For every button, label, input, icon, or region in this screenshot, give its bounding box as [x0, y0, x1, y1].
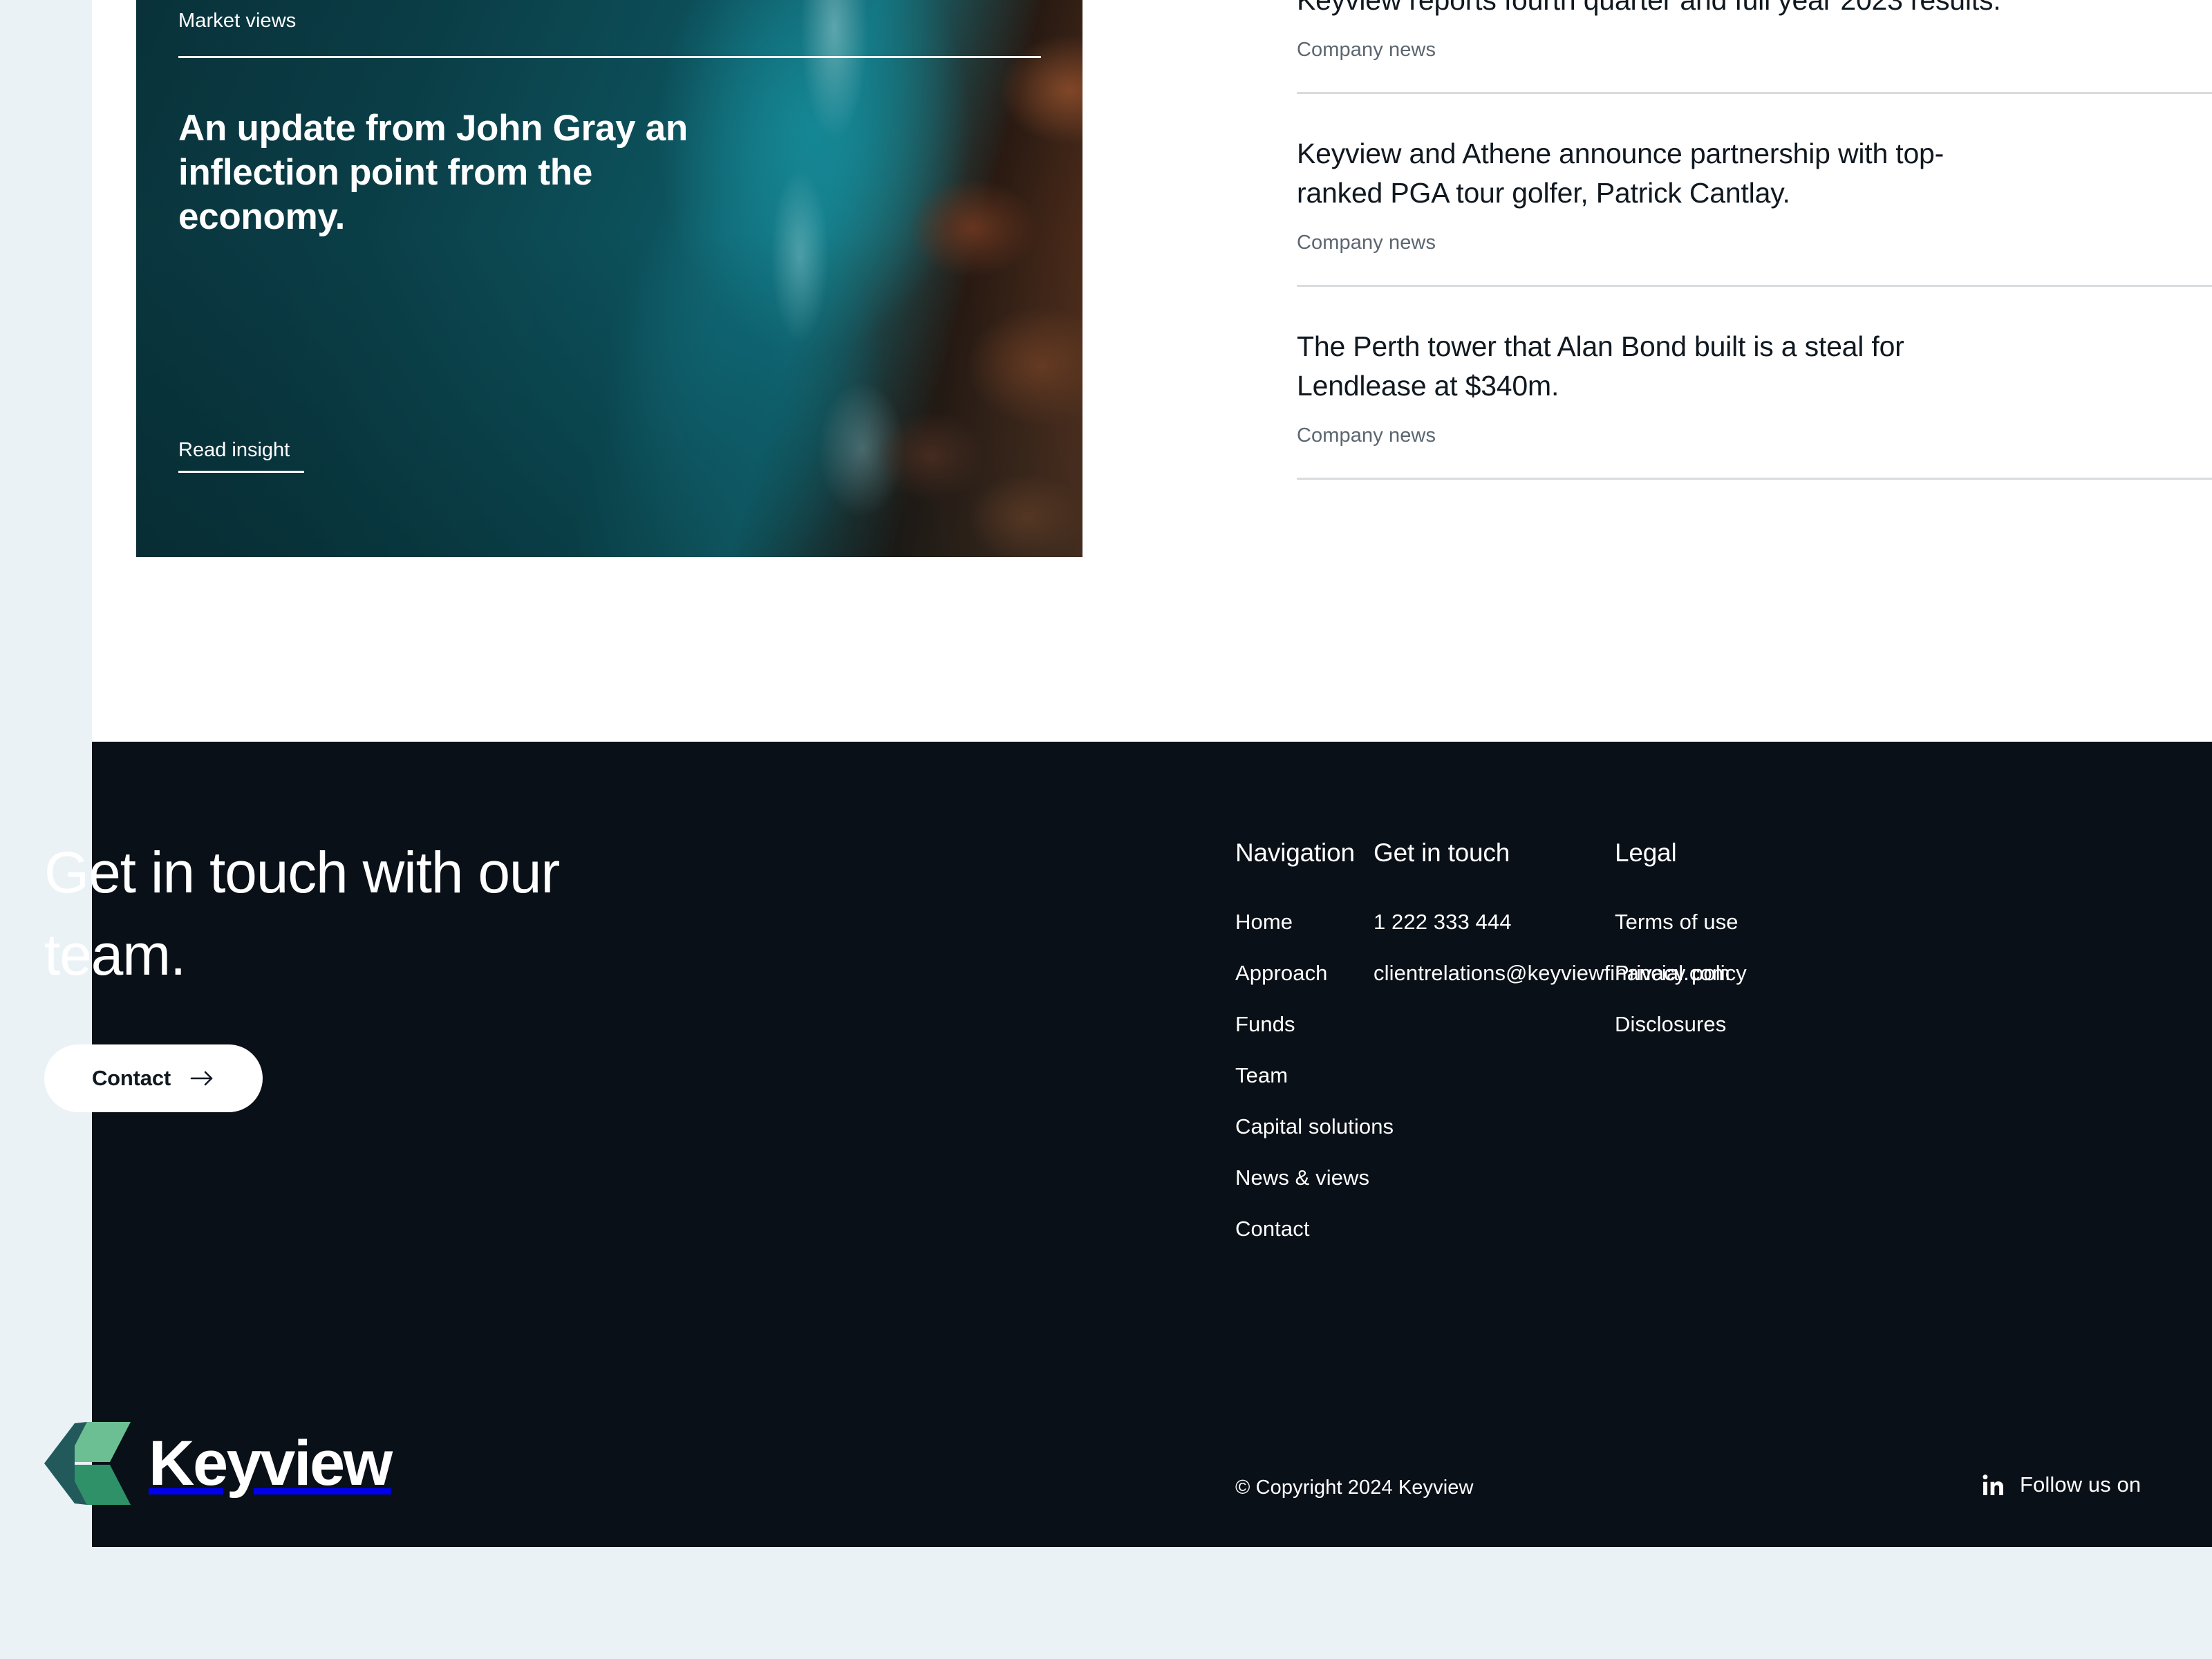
contact-button[interactable]: Contact — [44, 1044, 263, 1112]
footer-legal-links: Terms of use Privacy policy Disclosures — [1615, 897, 1843, 1050]
insight-card-divider — [178, 56, 1041, 58]
footer-link-capital-solutions[interactable]: Capital solutions — [1235, 1101, 1470, 1152]
read-insight-link[interactable]: Read insight — [178, 439, 304, 473]
news-item-title: The Perth tower that Alan Bond built is … — [1297, 330, 1904, 402]
insight-card-content: Market views An update from John Gray an… — [136, 0, 1082, 557]
read-insight-label: Read insight — [178, 439, 290, 461]
news-item-category: Company news — [1297, 424, 1436, 447]
arrow-right-icon — [190, 1071, 213, 1086]
news-list: of infrastructure. Company news Keyview … — [1297, 0, 2212, 520]
footer-column-title: Legal — [1615, 838, 1677, 867]
read-insight-underline — [178, 471, 304, 473]
linkedin-follow-label: Follow us on — [2020, 1472, 2141, 1497]
insight-card[interactable]: Market views An update from John Gray an… — [136, 0, 1082, 557]
linkedin-follow-link[interactable]: Follow us on — [1982, 1472, 2141, 1497]
footer-link-contact[interactable]: Contact — [1235, 1203, 1470, 1255]
news-item-divider — [1297, 285, 2212, 287]
news-list-item[interactable]: Keyview reports fourth quarter and full … — [1297, 0, 2212, 94]
news-item-title: Keyview and Athene announce partnership … — [1297, 138, 1944, 209]
contact-button-label: Contact — [92, 1066, 171, 1090]
footer-link-team[interactable]: Team — [1235, 1050, 1470, 1101]
footer-column-legal: Legal Terms of use Privacy policy Disclo… — [1615, 838, 1843, 1050]
keyview-logo-icon — [44, 1422, 131, 1505]
copyright-text: © Copyright 2024 Keyview — [1235, 1477, 1474, 1499]
news-item-divider — [1297, 478, 2212, 480]
footer-link-news-and-views[interactable]: News & views — [1235, 1152, 1470, 1203]
news-list-item[interactable]: The Perth tower that Alan Bond built is … — [1297, 327, 2212, 480]
news-item-title: Keyview reports fourth quarter and full … — [1297, 0, 2001, 16]
news-item-category: Company news — [1297, 39, 1436, 61]
footer-link-disclosures[interactable]: Disclosures — [1615, 999, 1843, 1050]
footer-link-terms-of-use[interactable]: Terms of use — [1615, 897, 1843, 948]
news-item-category: Company news — [1297, 232, 1436, 254]
insight-card-title: An update from John Gray an inflection p… — [178, 108, 688, 237]
news-item-divider — [1297, 92, 2212, 94]
footer-link-funds[interactable]: Funds — [1235, 999, 1470, 1050]
page-root: Market views An update from John Gray an… — [0, 0, 2212, 1659]
linkedin-icon — [1983, 1474, 2003, 1495]
footer-logo[interactable]: Keyview — [44, 1419, 393, 1508]
footer-link-privacy-policy[interactable]: Privacy policy — [1615, 948, 1843, 999]
keyview-wordmark: Keyview — [149, 1428, 393, 1499]
insight-card-eyebrow: Market views — [178, 10, 297, 32]
footer-cta-title: Get in touch with our team. — [44, 840, 560, 987]
news-list-item[interactable]: Keyview and Athene announce partnership … — [1297, 134, 2212, 287]
